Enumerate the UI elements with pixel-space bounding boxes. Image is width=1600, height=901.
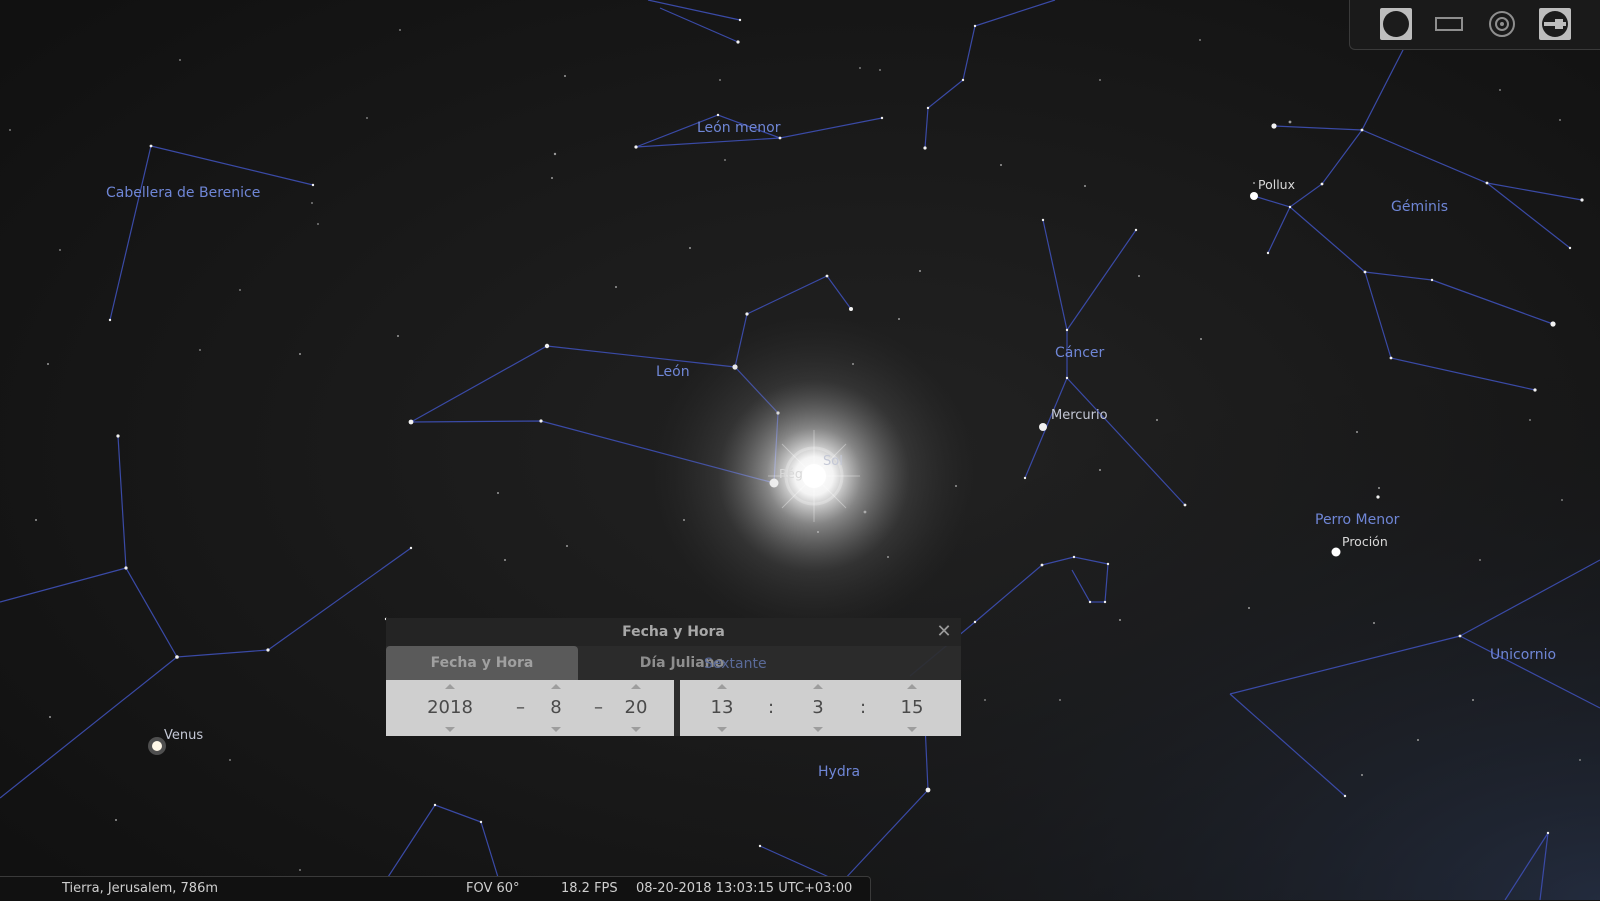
hour-down-arrow[interactable] [717, 727, 727, 732]
label-regulo: Rég [779, 466, 803, 481]
ocular-icon[interactable] [1538, 7, 1572, 41]
time-separator: : [768, 697, 775, 718]
datetime-text[interactable]: 08-20-2018 13:03:15 UTC+03:00 [636, 881, 852, 896]
day-value[interactable]: 20 [611, 697, 661, 718]
year-value[interactable]: 2018 [410, 697, 490, 718]
month-spinbox[interactable]: 8 [536, 680, 576, 736]
label-cabellera: Cabellera de Berenice [106, 185, 260, 201]
label-perro-menor: Perro Menor [1315, 512, 1400, 528]
minute-up-arrow[interactable] [813, 684, 823, 689]
label-mercurio: Mercurio [1051, 408, 1108, 423]
year-down-arrow[interactable] [445, 727, 455, 732]
minute-down-arrow[interactable] [813, 727, 823, 732]
fov-text: FOV 60° [466, 881, 520, 896]
label-geminis: Géminis [1391, 199, 1448, 215]
label-hydra: Hydra [818, 764, 860, 780]
date-separator: – [516, 697, 525, 718]
label-sol: Sol [823, 454, 843, 469]
planet-mercurio[interactable] [1039, 423, 1047, 431]
label-pollux: Pollux [1258, 177, 1295, 192]
label-cancer: Cáncer [1055, 345, 1105, 361]
second-up-arrow[interactable] [907, 684, 917, 689]
hour-up-arrow[interactable] [717, 684, 727, 689]
day-down-arrow[interactable] [631, 727, 641, 732]
second-spinbox[interactable]: 15 [890, 680, 934, 736]
planet-venus[interactable] [152, 741, 162, 751]
time-panel: 13 : 3 : 15 [680, 680, 961, 736]
minute-spinbox[interactable]: 3 [800, 680, 836, 736]
label-procion: Proción [1342, 534, 1388, 549]
close-icon[interactable]: ✕ [935, 623, 953, 641]
date-panel: 2018 – 8 – 20 [386, 680, 674, 736]
rectangle-icon[interactable] [1432, 7, 1466, 41]
day-up-arrow[interactable] [631, 684, 641, 689]
fps-text: 18.2 FPS [561, 881, 618, 896]
label-leon-menor: León menor [697, 120, 781, 136]
circle-icon[interactable] [1379, 7, 1413, 41]
second-value[interactable]: 15 [890, 697, 934, 718]
label-venus: Venus [164, 728, 203, 743]
datetime-dialog: Fecha y Hora ✕ Fecha y Hora Día Juliano … [386, 618, 961, 736]
view-toolbar [1349, 0, 1600, 50]
day-spinbox[interactable]: 20 [611, 680, 661, 736]
date-separator: – [594, 697, 603, 718]
month-up-arrow[interactable] [551, 684, 561, 689]
dialog-title[interactable]: Fecha y Hora [386, 618, 961, 646]
star-pollux[interactable] [1250, 192, 1258, 200]
label-leon: León [656, 364, 690, 380]
label-unicornio: Unicornio [1490, 647, 1556, 663]
second-down-arrow[interactable] [907, 727, 917, 732]
time-separator: : [860, 697, 867, 718]
star-procion[interactable] [1331, 547, 1341, 557]
minute-value[interactable]: 3 [800, 697, 836, 718]
month-down-arrow[interactable] [551, 727, 561, 732]
sky-view[interactable]: León menor Cabellera de Berenice León Cá… [0, 0, 1600, 900]
tab-dia-juliano[interactable]: Día Juliano [632, 646, 732, 680]
hour-spinbox[interactable]: 13 [700, 680, 744, 736]
year-up-arrow[interactable] [445, 684, 455, 689]
tab-fecha-hora[interactable]: Fecha y Hora [386, 646, 578, 680]
location-text[interactable]: Tierra, Jerusalem, 786m [62, 881, 218, 896]
year-spinbox[interactable]: 2018 [410, 680, 490, 736]
month-value[interactable]: 8 [536, 697, 576, 718]
status-bar: Tierra, Jerusalem, 786m FOV 60° 18.2 FPS… [0, 876, 871, 901]
hour-value[interactable]: 13 [700, 697, 744, 718]
target-icon[interactable] [1485, 7, 1519, 41]
